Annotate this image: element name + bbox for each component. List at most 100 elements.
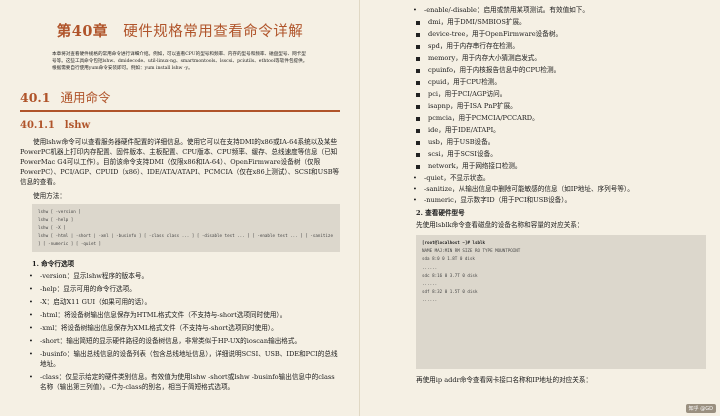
test-item: pcmcia，用于PCMCIA/PCCARD。 bbox=[416, 113, 706, 124]
test-item-text: device-tree，用于OpenFirmware设备树。 bbox=[428, 30, 563, 38]
test-item-text: cpuid，用于CPU检测。 bbox=[428, 78, 501, 86]
terminal-prompt: [root@localhost ~]# lsblk bbox=[422, 240, 486, 245]
bullet-icon: • bbox=[29, 323, 33, 332]
code-line: lshw [ -html | -short | -xml | -businfo … bbox=[38, 232, 333, 246]
list-item-text: -short：输出简短的显示硬件路径的设备树信息，非常类似于HP-UX的iosc… bbox=[40, 336, 302, 345]
square-bullet-icon bbox=[416, 164, 420, 169]
square-bullet-icon bbox=[416, 128, 420, 133]
square-bullet-icon bbox=[416, 140, 420, 145]
bullet-icon: • bbox=[413, 174, 417, 182]
list-item-text: -html：将设备树输出信息保存为HTML格式文件（不支持与-short选项同时… bbox=[40, 310, 287, 319]
test-item: cpuid，用于CPU检测。 bbox=[416, 77, 706, 88]
terminal-line: NAME MAJ:MIN RM SIZE RO TYPE MOUNTPOINT bbox=[422, 248, 521, 254]
chapter-title: 硬件规格常用查看命令详解 bbox=[123, 24, 304, 40]
list-item: • -enable/-disable：启用或禁用某项测试。有效值如下。 bbox=[413, 5, 706, 15]
test-item: pci，用于PCI/AGP访问。 bbox=[416, 89, 706, 100]
usage-label: 使用方法： bbox=[33, 191, 66, 200]
options-heading: 1. 命令行选项 bbox=[32, 259, 75, 268]
square-bullet-icon bbox=[416, 20, 420, 25]
example-heading: 2. 查看硬件型号 bbox=[416, 209, 465, 217]
test-item: device-tree，用于OpenFirmware设备树。 bbox=[416, 29, 706, 40]
left-page: 第40章 硬件规格常用查看命令详解 本章将对查看硬件规格的常用命令进行详细介绍。… bbox=[0, 0, 360, 416]
test-item-text: usb，用于USB设备。 bbox=[428, 138, 495, 146]
terminal-line: sda 8:0 0 1.8T 0 disk bbox=[422, 256, 475, 262]
square-bullet-icon bbox=[416, 56, 420, 61]
list-item: • -sanitize，从输出信息中删除可能敏感的信息（如IP地址、序列号等）。 bbox=[413, 184, 706, 194]
bullet-icon: • bbox=[29, 310, 33, 319]
test-item: network，用于网络接口检测。 bbox=[416, 161, 706, 172]
list-item-text: -enable/-disable：启用或禁用某项测试。有效值如下。 bbox=[424, 6, 589, 14]
options-list: • -version：显示lshw程序的版本号。 • -help：显示可用的命令行选… bbox=[20, 271, 340, 392]
square-bullet-icon bbox=[416, 116, 420, 121]
list-item: • -short：输出简短的显示硬件路径的设备树信息，非常类似于HP-UX的ios… bbox=[20, 336, 340, 346]
list-item-text: -xml：将设备树输出信息保存为XML格式文件（不支持与-short选项同时使用… bbox=[40, 323, 278, 332]
test-item: ide，用于IDE/ATAPI。 bbox=[416, 125, 706, 136]
bullet-icon: • bbox=[29, 336, 33, 345]
test-item: isapnp，用于ISA PnP扩展。 bbox=[416, 101, 706, 112]
square-bullet-icon bbox=[416, 92, 420, 97]
test-list: dmi，用于DMI/SMBIOS扩展。 device-tree，用于OpenFi… bbox=[416, 17, 706, 172]
bullet-icon: • bbox=[29, 349, 33, 358]
right-page: • -enable/-disable：启用或禁用某项测试。有效值如下。 dmi，用… bbox=[360, 0, 720, 416]
test-item-text: ide，用于IDE/ATAPI。 bbox=[428, 126, 500, 134]
test-item-text: memory，用于内存大小猜测启发式。 bbox=[428, 54, 541, 62]
section-number: 40.1 bbox=[20, 89, 51, 105]
subsection-heading: 40.1.1 lshw bbox=[20, 120, 340, 131]
test-item-text: cpuinfo，用于内核报告信息中的CPU检测。 bbox=[428, 66, 561, 74]
square-bullet-icon bbox=[416, 32, 420, 37]
list-item: • -html：将设备树输出信息保存为HTML格式文件（不支持与-short选项同… bbox=[20, 310, 340, 320]
chapter-abstract: 本章将对查看硬件规格的常用命令进行详细介绍。例如，可以查看CPU的型号和频率、内… bbox=[52, 52, 308, 72]
list-item-text: -numeric，显示数字ID（用于PCI和USB设备）。 bbox=[424, 196, 572, 204]
bullet-icon: • bbox=[413, 185, 417, 193]
code-line: lshw [ -version ] bbox=[38, 208, 81, 214]
list-item: • -X：启动X11 GUI（如果可用的话）。 bbox=[20, 297, 340, 307]
test-item-text: scsi，用于SCSI设备。 bbox=[428, 150, 497, 158]
square-bullet-icon bbox=[416, 68, 420, 73]
bullet-icon: • bbox=[29, 284, 33, 293]
test-item: cpuinfo，用于内核报告信息中的CPU检测。 bbox=[416, 65, 706, 76]
square-bullet-icon bbox=[416, 44, 420, 49]
list-item-text: -businfo：输出总线信息的设备列表（包含总线地址信息），详细说明SCSI、… bbox=[40, 349, 338, 368]
bullet-icon: • bbox=[413, 6, 417, 14]
section-title: 通用命令 bbox=[60, 89, 111, 105]
subsection-title: lshw bbox=[64, 119, 91, 131]
chapter-heading: 第40章 硬件规格常用查看命令详解 bbox=[20, 20, 340, 41]
test-item-text: pci，用于PCI/AGP访问。 bbox=[428, 90, 507, 98]
terminal-block: [root@localhost ~]# lsblk NAME MAJ:MIN R… bbox=[416, 235, 706, 369]
list-item-text: -quiet，不显示状态。 bbox=[424, 174, 490, 182]
test-item: scsi，用于SCSI设备。 bbox=[416, 149, 706, 160]
list-item-text: -X：启动X11 GUI（如果可用的话）。 bbox=[40, 297, 152, 306]
list-item-text: -sanitize，从输出信息中删除可能敏感的信息（如IP地址、序列号等）。 bbox=[424, 185, 634, 193]
bullet-icon: • bbox=[29, 297, 33, 306]
section-heading: 40.1 通用命令 bbox=[20, 87, 340, 112]
test-item-text: dmi，用于DMI/SMBIOS扩展。 bbox=[428, 18, 526, 26]
chapter-label: 第40章 bbox=[56, 23, 108, 40]
test-item-text: spd，用于内存串行存在检测。 bbox=[428, 42, 519, 50]
list-item: • -numeric，显示数字ID（用于PCI和USB设备）。 bbox=[413, 195, 706, 205]
list-item: • -help：显示可用的命令行选项。 bbox=[20, 284, 340, 294]
test-item: spd，用于内存串行存在检测。 bbox=[416, 41, 706, 52]
bullet-icon: • bbox=[29, 271, 33, 280]
list-item-text: -help：显示可用的命令行选项。 bbox=[40, 284, 136, 293]
list-item-text: -version：显示lshw程序的版本号。 bbox=[40, 271, 149, 280]
example-intro: 先使用lsblk命令查看磁盘的设备名称和容量的对应关系： bbox=[416, 221, 584, 229]
code-line: lshw [ -help ] bbox=[38, 216, 74, 222]
list-item: • -quiet，不显示状态。 bbox=[413, 173, 706, 183]
square-bullet-icon bbox=[416, 104, 420, 109]
watermark-badge: 知乎 @GD bbox=[685, 404, 716, 413]
list-item: • -version：显示lshw程序的版本号。 bbox=[20, 271, 340, 281]
terminal-line: sdf 8:32 0 1.5T 0 disk bbox=[422, 289, 478, 295]
list-item: • -xml：将设备树输出信息保存为XML格式文件（不支持与-short选项同时使… bbox=[20, 323, 340, 333]
list-item: • -class：仅显示给定的硬件类别信息。有效值为使用lshw -short或l… bbox=[20, 372, 340, 392]
terminal-line: ...... bbox=[422, 264, 438, 270]
closing-paragraph: 再使用ip addr命令查看网卡接口名称和IP地址的对应关系： bbox=[416, 376, 593, 384]
test-item-text: pcmcia，用于PCMCIA/PCCARD。 bbox=[428, 114, 539, 122]
subsection-number: 40.1.1 bbox=[20, 119, 55, 131]
bullet-icon: • bbox=[413, 196, 417, 204]
terminal-line: sdc 8:16 0 3.7T 0 disk bbox=[422, 272, 478, 278]
test-item-text: network，用于网络接口检测。 bbox=[428, 162, 522, 170]
test-item-text: isapnp，用于ISA PnP扩展。 bbox=[428, 102, 517, 110]
list-item-text: -class：仅显示给定的硬件类别信息。有效值为使用lshw -short或ls… bbox=[40, 372, 335, 391]
square-bullet-icon bbox=[416, 80, 420, 85]
intro-paragraph: 使用lshw命令可以查看服务器硬件配置的详细信息。使用它可以在支持DMI的x86… bbox=[20, 137, 340, 186]
